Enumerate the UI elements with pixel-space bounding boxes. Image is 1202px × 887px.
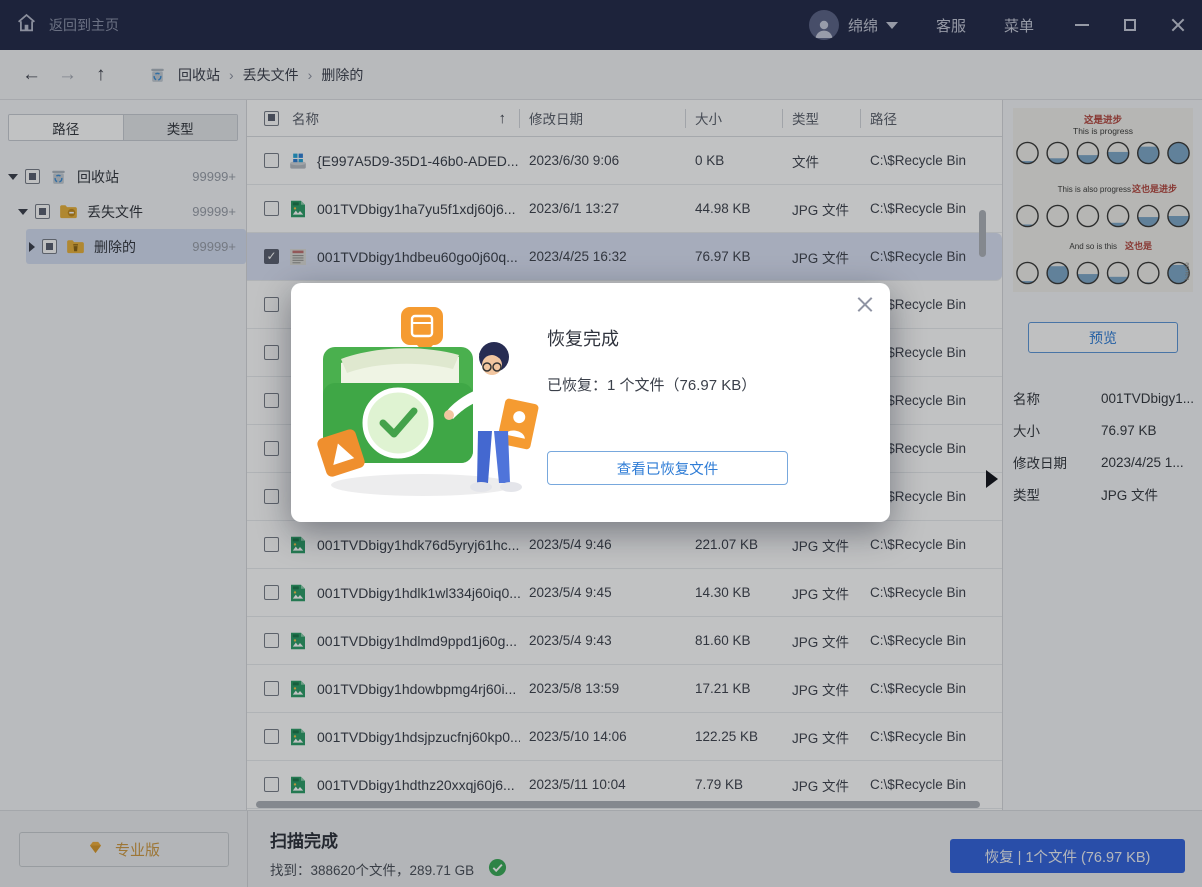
dialog-message: 已恢复：1 个文件（76.97 KB） [547,374,756,395]
dialog-close-icon[interactable] [856,295,874,313]
recovery-complete-dialog: 恢复完成 已恢复：1 个文件（76.97 KB） 查看已恢复文件 [291,283,890,522]
dialog-title: 恢复完成 [547,325,619,351]
view-recovered-files-button[interactable]: 查看已恢复文件 [547,451,788,485]
app-window: 返回到主页 绵绵 客服 菜单 ← → ↑ 回收站›丢失文件›删除的 筛选 [0,0,1202,887]
recovery-illustration [313,305,543,500]
